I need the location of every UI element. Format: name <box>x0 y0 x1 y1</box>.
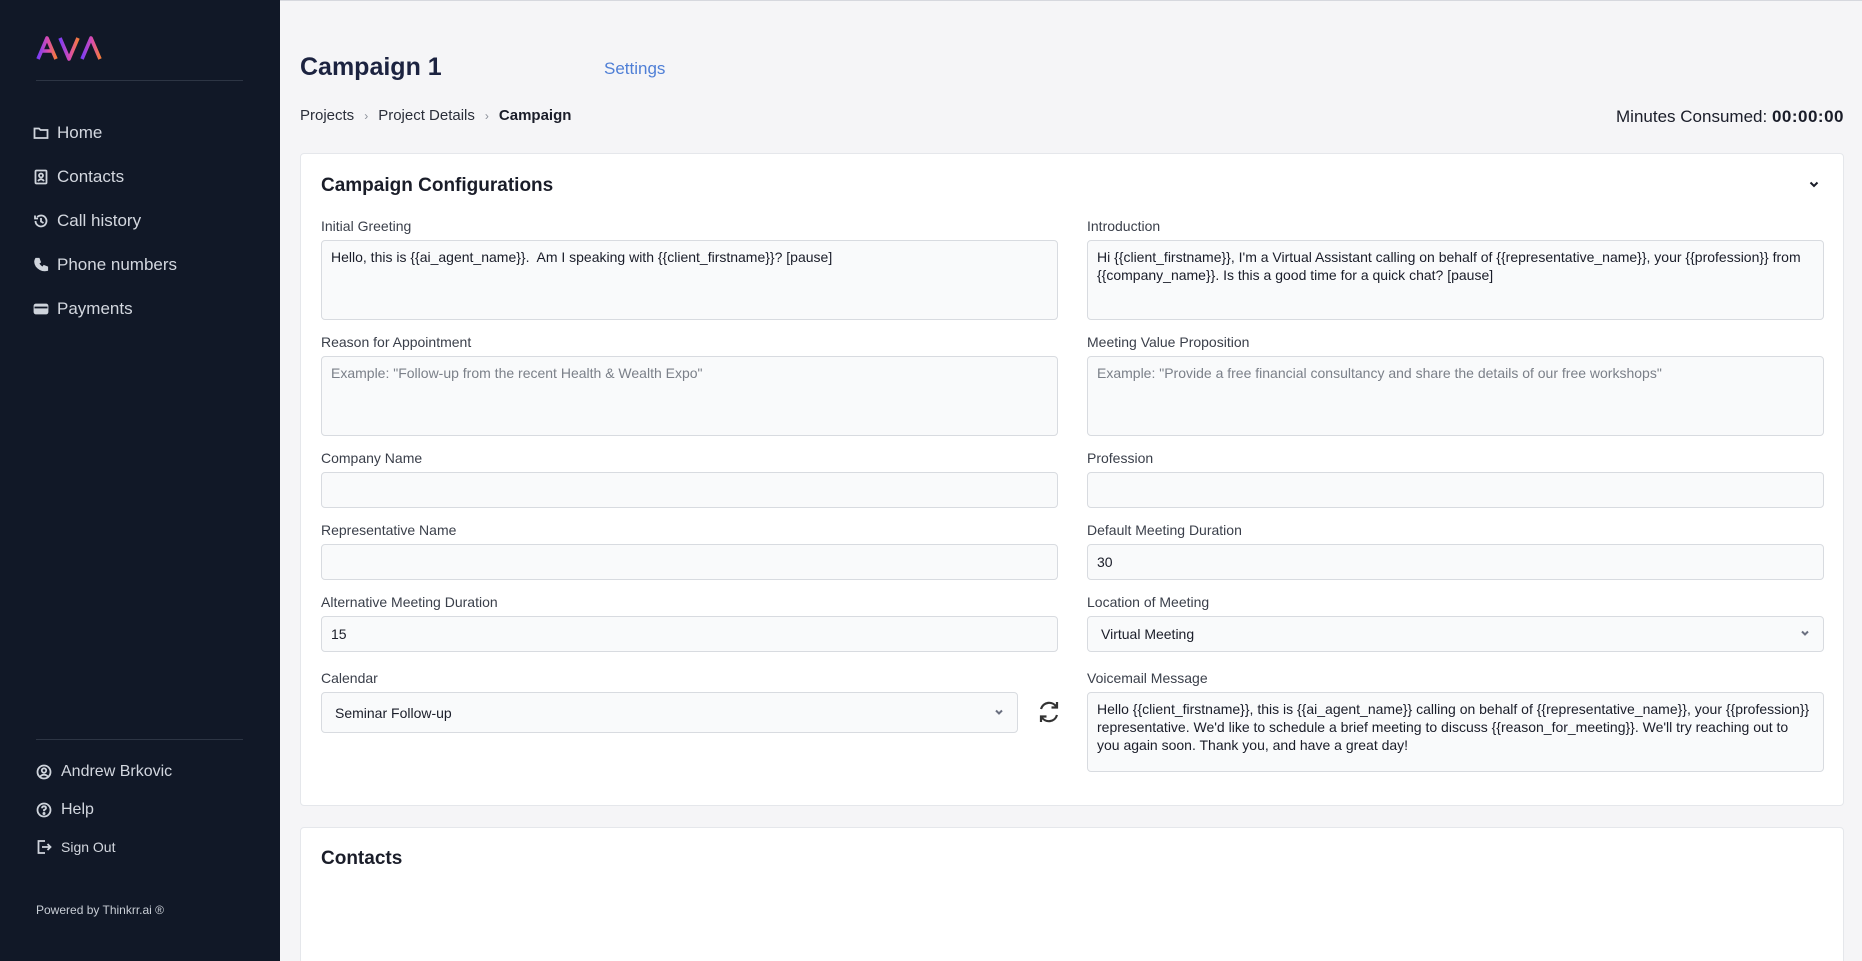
meeting-value-proposition-label: Meeting Value Proposition <box>1087 334 1250 350</box>
profession-input[interactable] <box>1087 472 1824 508</box>
sidebar-item-payments[interactable]: Payments <box>32 287 252 331</box>
user-circle-icon <box>35 763 53 781</box>
campaign-configurations-card: Campaign Configurations Initial Greeting… <box>300 153 1844 806</box>
voicemail-message-input[interactable]: Hello {{client_firstname}}, this is {{ai… <box>1087 692 1824 772</box>
sidebar-item-label: Home <box>57 123 103 142</box>
initial-greeting-label: Initial Greeting <box>321 218 412 234</box>
default-meeting-duration-input[interactable] <box>1087 544 1824 580</box>
chevron-down-icon[interactable] <box>1807 177 1821 191</box>
minutes-consumed: Minutes Consumed: 00:00:00 <box>1616 107 1844 127</box>
contacts-card: Contacts <box>300 827 1844 961</box>
user-name: Andrew Brkovic <box>61 763 173 780</box>
sidebar-item-call-history[interactable]: Call history <box>32 199 252 243</box>
breadcrumb-separator: › <box>364 108 369 123</box>
default-meeting-duration-field: Default Meeting Duration <box>1087 522 1824 580</box>
location-of-meeting-field: Location of Meeting Virtual Meeting <box>1087 594 1824 652</box>
sidebar-footer: Andrew Brkovic Help Sign Out <box>35 762 255 857</box>
ava-logo[interactable] <box>36 34 108 64</box>
alternative-meeting-duration-input[interactable] <box>321 616 1058 652</box>
campaign-configurations-title: Campaign Configurations <box>321 175 554 196</box>
initial-greeting-field: Initial Greeting Hello, this is {{ai_age… <box>321 218 1058 325</box>
minutes-consumed-label: Minutes Consumed: <box>1616 107 1768 126</box>
company-name-input[interactable] <box>321 472 1058 508</box>
sidebar-item-phone-numbers[interactable]: Phone numbers <box>32 243 252 287</box>
calendar-value: Seminar Follow-up <box>335 704 452 721</box>
meeting-value-proposition-field: Meeting Value Proposition <box>1087 334 1824 441</box>
user-profile-link[interactable]: Andrew Brkovic <box>35 762 255 782</box>
folder-icon <box>32 124 50 142</box>
sign-out-label: Sign Out <box>61 839 116 855</box>
breadcrumb-separator: › <box>484 108 489 123</box>
breadcrumb: Projects › Project Details › Campaign <box>300 107 571 124</box>
main-content: Campaign 1 Settings Projects › Project D… <box>280 0 1862 961</box>
sidebar-divider-top <box>36 80 243 81</box>
contacts-title: Contacts <box>321 848 403 869</box>
sidebar-item-label: Phone numbers <box>57 255 178 274</box>
introduction-label: Introduction <box>1087 218 1161 234</box>
representative-name-field: Representative Name <box>321 522 1058 580</box>
alternative-meeting-duration-field: Alternative Meeting Duration <box>321 594 1058 652</box>
refresh-icon[interactable] <box>1035 698 1063 726</box>
introduction-input[interactable]: Hi {{client_firstname}}, I'm a Virtual A… <box>1087 240 1824 320</box>
default-meeting-duration-label: Default Meeting Duration <box>1087 522 1242 538</box>
profession-field: Profession <box>1087 450 1824 508</box>
contact-card-icon <box>32 168 50 186</box>
breadcrumb-projects[interactable]: Projects <box>300 107 354 124</box>
reason-for-appointment-label: Reason for Appointment <box>321 334 472 350</box>
phone-icon <box>32 256 50 274</box>
company-name-field: Company Name <box>321 450 1058 508</box>
sidebar-item-home[interactable]: Home <box>32 111 252 155</box>
sign-out-icon <box>35 838 53 856</box>
location-of-meeting-label: Location of Meeting <box>1087 594 1210 610</box>
history-icon <box>32 212 50 230</box>
breadcrumb-campaign: Campaign <box>498 107 572 124</box>
company-name-label: Company Name <box>321 450 423 466</box>
location-of-meeting-select[interactable]: Virtual Meeting <box>1087 616 1824 652</box>
help-icon <box>35 801 53 819</box>
ava-logo-mark <box>36 36 102 61</box>
credit-card-icon <box>32 300 50 318</box>
chevron-down-icon <box>993 704 1005 722</box>
location-of-meeting-value: Virtual Meeting <box>1101 626 1195 642</box>
sign-out-button[interactable]: Sign Out <box>35 837 255 857</box>
sidebar: Home Contacts Call history Phone numbers… <box>0 0 280 961</box>
sidebar-item-label: Contacts <box>57 167 125 186</box>
voicemail-message-label: Voicemail Message <box>1087 670 1208 686</box>
sidebar-nav: Home Contacts Call history Phone numbers… <box>32 111 252 331</box>
reason-for-appointment-field: Reason for Appointment <box>321 334 1058 441</box>
sidebar-item-contacts[interactable]: Contacts <box>32 155 252 199</box>
initial-greeting-input[interactable]: Hello, this is {{ai_agent_name}}. Am I s… <box>321 240 1058 320</box>
minutes-consumed-value: 00:00:00 <box>1771 107 1844 126</box>
voicemail-message-field: Voicemail Message Hello {{client_firstna… <box>1087 670 1824 777</box>
sidebar-item-label: Payments <box>57 299 133 318</box>
help-link[interactable]: Help <box>35 800 255 820</box>
chevron-down-icon <box>1799 625 1811 643</box>
introduction-field: Introduction Hi {{client_firstname}}, I'… <box>1087 218 1824 325</box>
calendar-label: Calendar <box>321 670 378 686</box>
sidebar-divider-bottom <box>36 739 243 740</box>
representative-name-label: Representative Name <box>321 522 457 538</box>
alternative-meeting-duration-label: Alternative Meeting Duration <box>321 594 498 610</box>
page-title: Campaign 1 <box>300 53 442 81</box>
representative-name-input[interactable] <box>321 544 1058 580</box>
profession-label: Profession <box>1087 450 1154 466</box>
settings-link[interactable]: Settings <box>604 59 665 79</box>
help-label: Help <box>61 801 94 818</box>
reason-for-appointment-input[interactable] <box>321 356 1058 436</box>
breadcrumb-project-details[interactable]: Project Details <box>378 107 475 124</box>
sidebar-item-label: Call history <box>57 211 142 230</box>
calendar-field: Calendar Seminar Follow-up <box>321 670 1018 733</box>
meeting-value-proposition-input[interactable] <box>1087 356 1824 436</box>
calendar-select[interactable]: Seminar Follow-up <box>321 692 1018 733</box>
powered-by-text: Powered by Thinkrr.ai ® <box>36 903 165 917</box>
